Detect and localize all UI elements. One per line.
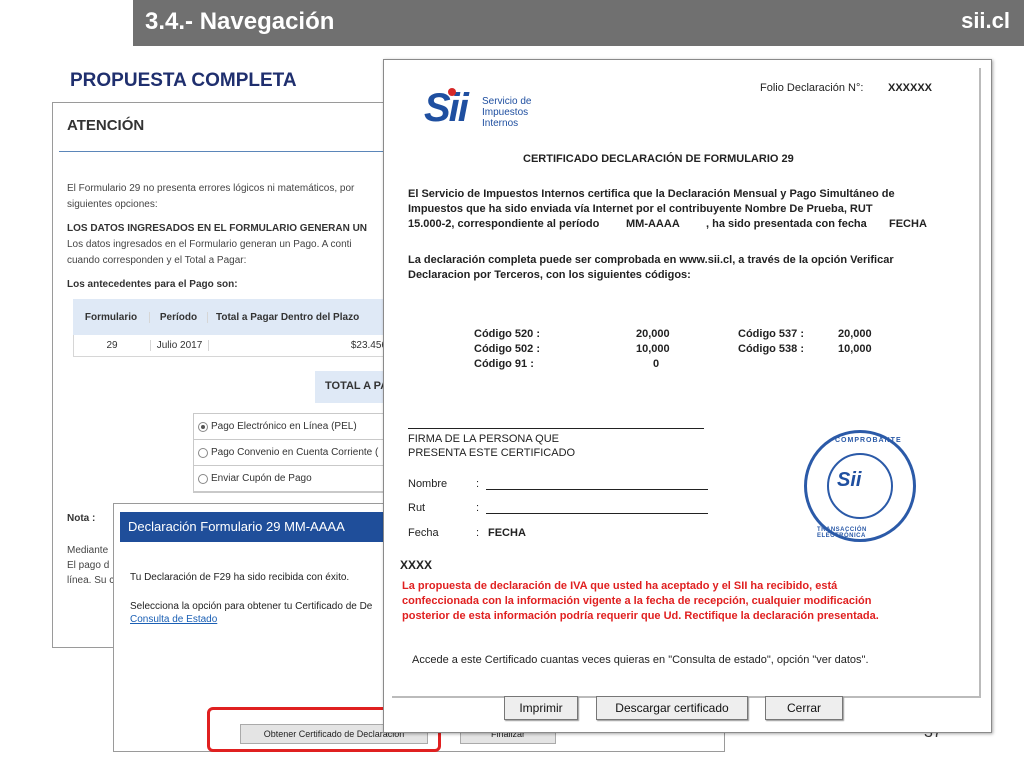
certificate-body: 15.000-2, correspondiente al período <box>408 218 600 230</box>
atencion-title: ATENCIÓN <box>67 117 145 134</box>
descargar-certificado-button[interactable]: Descargar certificado <box>596 696 748 720</box>
consulta-estado-link[interactable]: Consulta de Estado <box>130 614 217 625</box>
periodo-value: MM-AAAA <box>626 218 680 230</box>
code-value: 20,000 <box>838 328 872 340</box>
code-label: Código 538 : <box>738 343 805 355</box>
table-cell: $23.456 <box>208 340 393 351</box>
brand-label: sii.cl <box>961 8 1010 33</box>
colon: : <box>476 478 480 490</box>
nota-text: Mediante <box>67 545 109 556</box>
code-value: 10,000 <box>636 343 670 355</box>
option-label: Pago Electrónico en Línea (PEL) <box>211 421 357 432</box>
xxxx-label: XXXX <box>400 558 433 572</box>
certificate-body: El Servicio de Impuestos Internos certif… <box>408 188 895 200</box>
warning-text: posterior de esta información podría req… <box>402 610 879 622</box>
sii-logo-text: Servicio de Impuestos Internos <box>482 96 532 129</box>
atencion-text: El Formulario 29 no presenta errores lóg… <box>67 183 355 194</box>
table-header: Formulario Período Total a Pagar Dentro … <box>73 299 393 335</box>
certificate-heading: CERTIFICADO DECLARACIÓN DE FORMULARIO 29 <box>523 153 794 165</box>
certificado-window: Sii Servicio de Impuestos Internos Folio… <box>383 59 992 733</box>
certificate-body: , ha sido presentada con fecha <box>706 218 867 230</box>
code-value: 0 <box>653 358 660 370</box>
footer-note: Accede a este Certificado cuantas veces … <box>412 654 869 666</box>
certificate-document: Sii Servicio de Impuestos Internos Folio… <box>392 68 981 698</box>
folio-label: Folio Declaración N°: <box>760 82 864 94</box>
nota-text: línea. Su c <box>67 575 115 586</box>
select-instructions: Selecciona la opción para obtener tu Cer… <box>130 601 373 612</box>
stamp-top-text: COMPROBANTE <box>835 437 902 444</box>
logo-dot-icon <box>448 88 456 96</box>
radio-icon[interactable] <box>198 447 208 458</box>
code-value: 20,000 <box>636 328 670 340</box>
column-header: Formulario <box>84 311 138 323</box>
nota-label: Nota : <box>67 513 96 524</box>
nombre-label: Nombre <box>408 478 448 490</box>
fecha-value: FECHA <box>889 218 927 230</box>
code-value: 10,000 <box>838 343 872 355</box>
warning-text: La propuesta de declaración de IVA que u… <box>402 580 838 592</box>
table-cell: 29 <box>106 340 118 351</box>
table-row: 29 Julio 2017 $23.456 <box>73 335 393 357</box>
nombre-line <box>486 489 708 490</box>
verificar-text: Declaracion por Terceros, con los siguie… <box>408 269 691 281</box>
nota-text: El pago d <box>67 560 110 571</box>
atencion-text: cuando corresponden y el Total a Pagar: <box>67 255 247 266</box>
rut-line <box>486 513 708 514</box>
signature-line <box>408 428 704 429</box>
code-label: Código 537 : <box>738 328 805 340</box>
atencion-text: Los datos ingresados en el Formulario ge… <box>67 239 352 250</box>
stamp-sii-letters: Sii <box>837 469 862 491</box>
firma-label: FIRMA DE LA PERSONA QUE <box>408 433 559 445</box>
stamp-bottom-text: TRANSACCIÓN ELECTRÓNICA <box>817 527 867 539</box>
radio-selected-icon[interactable] <box>198 421 208 432</box>
pago-table: Formulario Período Total a Pagar Dentro … <box>73 299 393 357</box>
radio-icon[interactable] <box>198 473 208 484</box>
colon: : <box>476 527 480 539</box>
colon: : <box>476 502 480 514</box>
table-cell: Julio 2017 <box>150 340 208 351</box>
imprimir-button[interactable]: Imprimir <box>504 696 578 720</box>
cerrar-button[interactable]: Cerrar <box>765 696 843 720</box>
success-message: Tu Declaración de F29 ha sido recibida c… <box>130 572 350 583</box>
atencion-bold-text: LOS DATOS INGRESADOS EN EL FORMULARIO GE… <box>67 223 368 234</box>
column-header: Total a Pagar Dentro del Plazo <box>207 311 393 323</box>
column-header: Período <box>149 311 207 323</box>
warning-text: confeccionada con la información vigente… <box>402 595 872 607</box>
option-label: Pago Convenio en Cuenta Corriente ( <box>211 447 379 458</box>
antecedentes-label: Los antecedentes para el Pago son: <box>67 279 238 290</box>
code-label: Código 502 : <box>474 343 541 355</box>
verificar-text: La declaración completa puede ser compro… <box>408 254 894 266</box>
fecha-label: Fecha <box>408 527 439 539</box>
folio-value: XXXXXX <box>888 82 933 94</box>
firma-label: PRESENTA ESTE CERTIFICADO <box>408 447 576 459</box>
sii-logo-letters: Sii <box>424 86 469 130</box>
rut-label: Rut <box>408 502 426 514</box>
certificate-body: Impuestos que ha sido enviada vía Intern… <box>408 203 873 215</box>
code-label: Código 91 : <box>474 358 534 370</box>
section-subtitle: PROPUESTA COMPLETA <box>70 70 297 91</box>
sii-logo: Sii Servicio de Impuestos Internos <box>424 86 564 134</box>
slide-header: 3.4.- Navegación sii.cl <box>133 0 1024 46</box>
comprobante-stamp: COMPROBANTE Sii TRANSACCIÓN ELECTRÓNICA <box>804 430 916 542</box>
slide-title: 3.4.- Navegación <box>145 8 335 35</box>
fecha-field-value: FECHA <box>488 527 526 539</box>
atencion-text: siguientes opciones: <box>67 199 158 210</box>
option-label: Enviar Cupón de Pago <box>211 473 312 484</box>
code-label: Código 520 : <box>474 328 541 340</box>
